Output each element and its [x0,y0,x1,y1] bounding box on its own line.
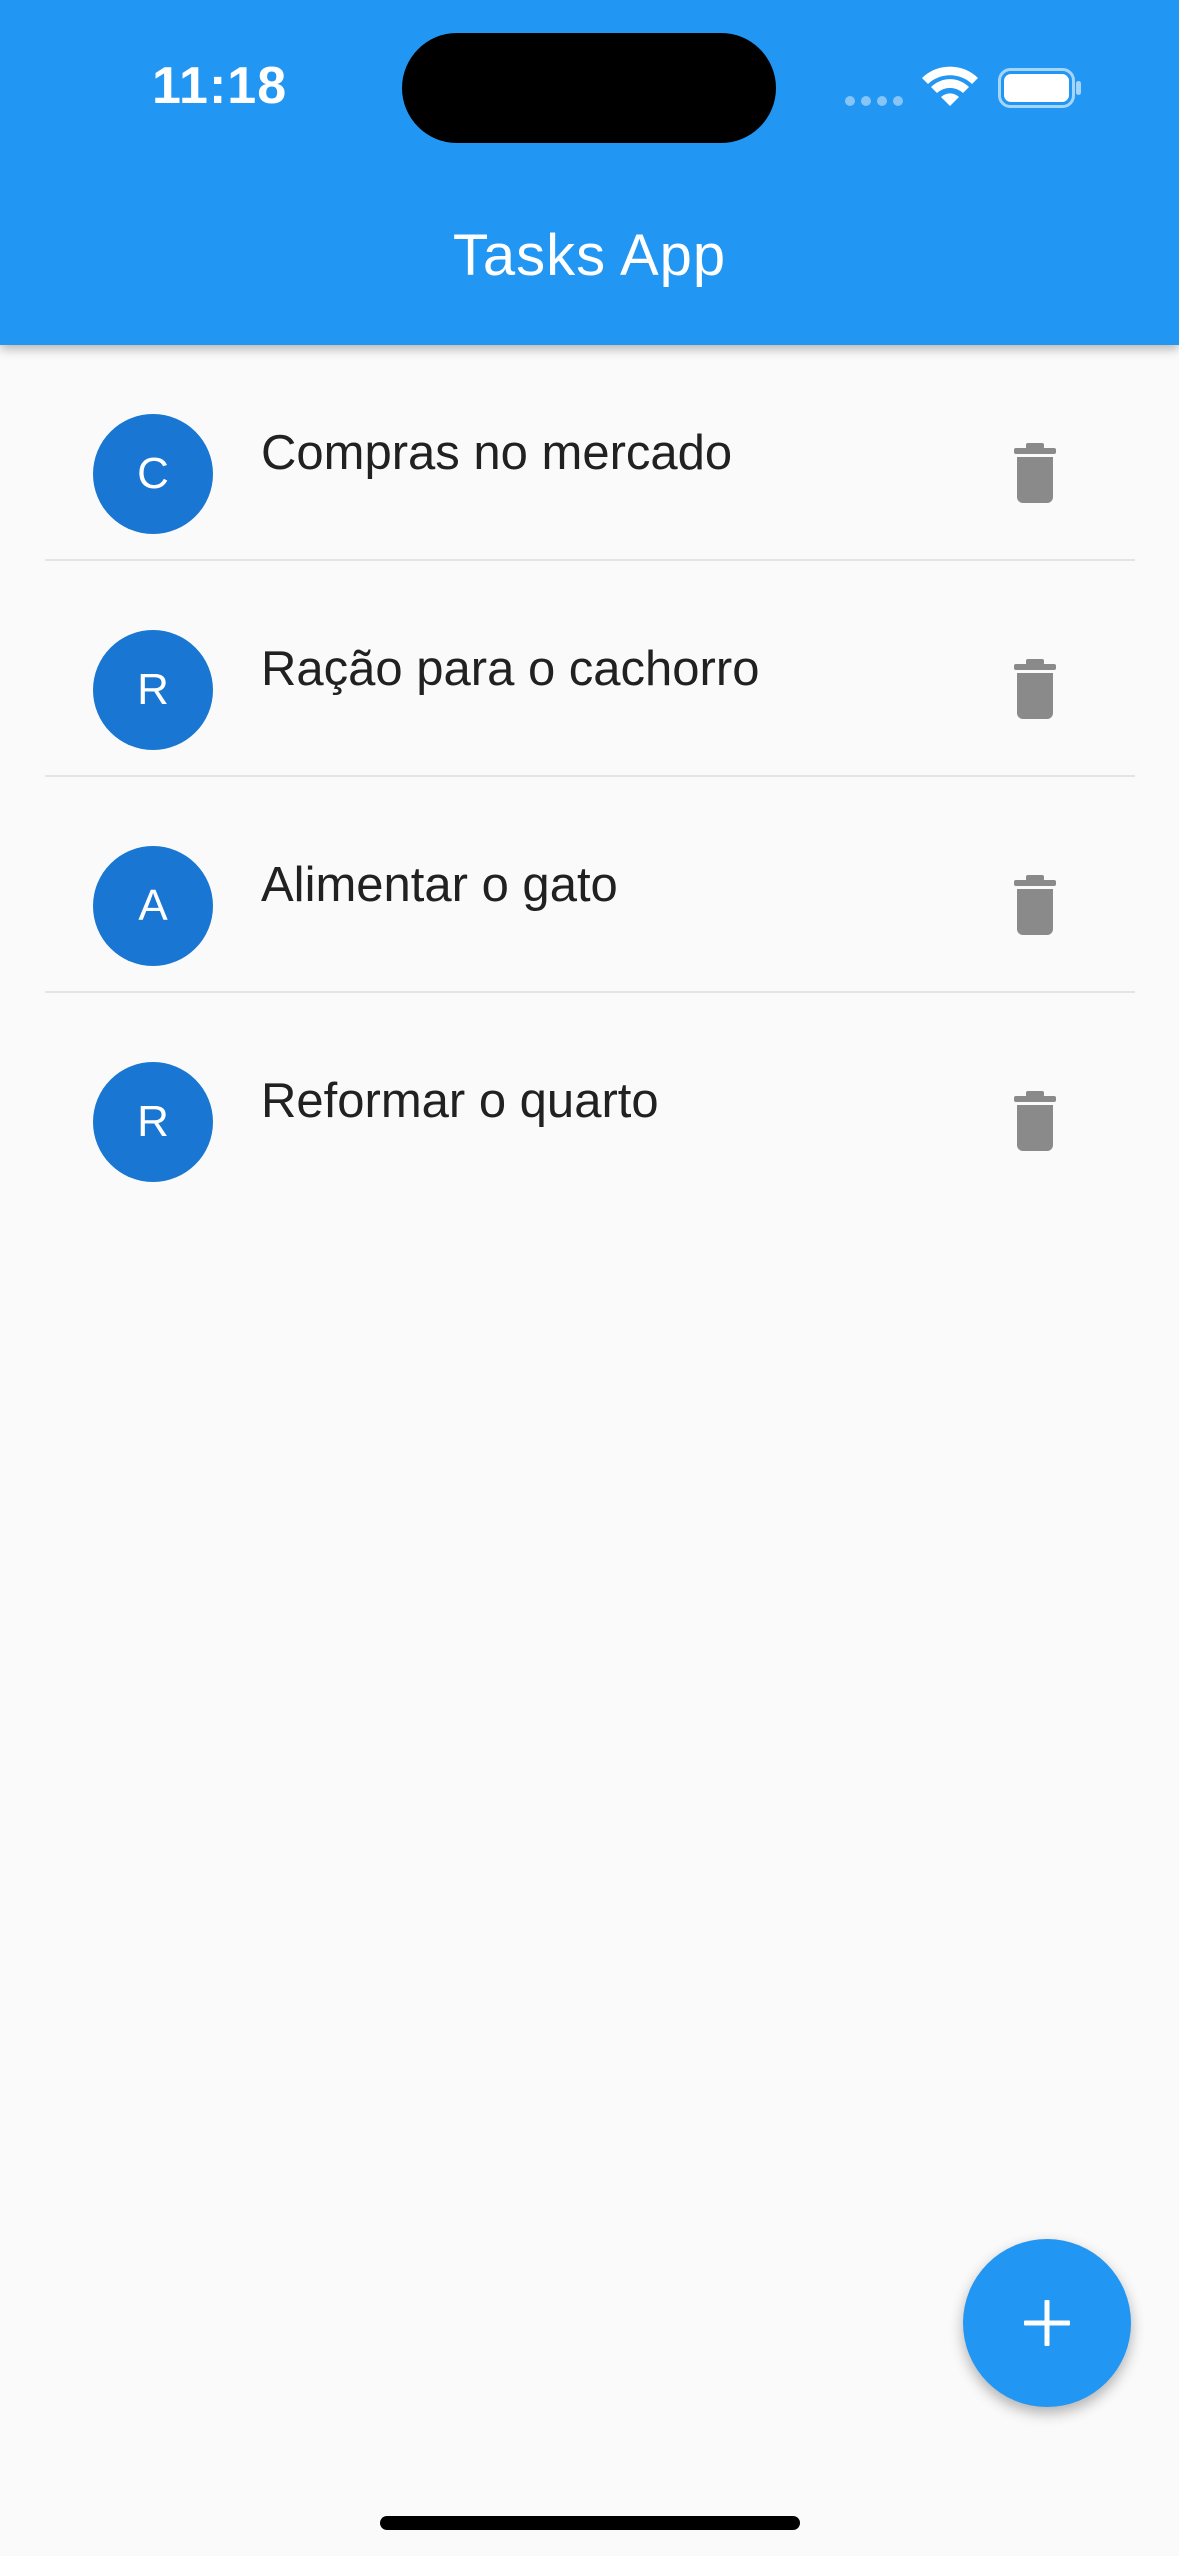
app-bar: 11:18 Tasks App [0,0,1179,345]
task-list: C Compras no mercado R Ração para o cach… [45,345,1135,1209]
plus-icon [1024,2300,1070,2346]
task-title: Ração para o cachorro [261,642,760,696]
battery-icon [998,68,1081,108]
trash-icon [1014,875,1056,935]
list-item[interactable]: R Ração para o cachorro [45,561,1135,777]
delete-button[interactable] [985,423,1085,523]
avatar: A [93,846,213,966]
avatar: R [93,1062,213,1182]
list-item[interactable]: C Compras no mercado [45,345,1135,561]
add-task-button[interactable] [963,2239,1131,2407]
task-title: Compras no mercado [261,426,733,480]
avatar: R [93,630,213,750]
trash-icon [1014,659,1056,719]
home-indicator[interactable] [380,2516,800,2530]
page-title: Tasks App [452,223,727,288]
list-item[interactable]: A Alimentar o gato [45,777,1135,993]
cellular-signal-icon [845,96,903,106]
trash-icon [1014,1091,1056,1151]
task-title: Reformar o quarto [261,1074,659,1128]
delete-button[interactable] [985,1071,1085,1171]
delete-button[interactable] [985,639,1085,739]
delete-button[interactable] [985,855,1085,955]
tasks-screen: 11:18 Tasks App C Compras no mercado R R… [0,0,1179,2556]
avatar: C [93,414,213,534]
trash-icon [1014,443,1056,503]
status-bar-time: 11:18 [152,57,288,115]
list-item[interactable]: R Reformar o quarto [45,993,1135,1209]
task-title: Alimentar o gato [261,858,618,912]
wifi-icon [922,66,978,106]
dynamic-island [402,33,776,143]
